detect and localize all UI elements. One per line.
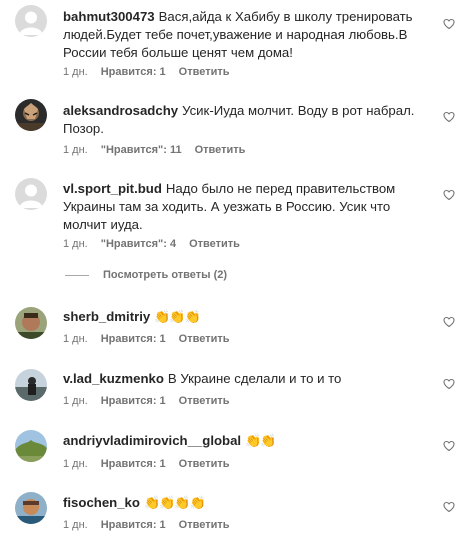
comment-time[interactable]: 1 дн. xyxy=(63,395,88,407)
comment-time[interactable]: 1 дн. xyxy=(63,333,88,345)
comment-body: 👏👏👏 xyxy=(154,309,201,324)
comment-meta: 1 дн. Нравится: 1 Ответить xyxy=(63,458,243,470)
comment-text-block: fisochen_ko 👏👏👏👏 xyxy=(63,494,423,512)
reply-button[interactable]: Ответить xyxy=(179,458,230,470)
avatar[interactable] xyxy=(15,430,47,462)
comment-body: 👏👏 xyxy=(245,433,276,448)
comment-username[interactable]: v.lad_kuzmenko xyxy=(63,371,164,386)
comment-time[interactable]: 1 дн. xyxy=(63,519,88,531)
reply-button[interactable]: Ответить xyxy=(189,238,240,250)
avatar[interactable] xyxy=(15,99,47,131)
comment-meta: 1 дн. Нравится: 1 Ответить xyxy=(63,519,243,531)
heart-outline-icon[interactable] xyxy=(443,501,455,513)
reply-button[interactable]: Ответить xyxy=(179,66,230,78)
comment-text-block: vl.sport_pit.bud Надо было не перед прави… xyxy=(63,180,423,234)
comment-likes[interactable]: Нравится: 1 xyxy=(101,519,166,531)
heart-outline-icon[interactable] xyxy=(443,111,455,123)
heart-outline-icon[interactable] xyxy=(443,18,455,30)
comment-text-block: v.lad_kuzmenko В Украине сделали и то и т… xyxy=(63,370,423,388)
avatar[interactable] xyxy=(15,178,47,210)
comment-body: В Украине сделали и то и то xyxy=(167,371,342,386)
comment-text-block: sherb_dmitriy 👏👏👏 xyxy=(63,308,423,326)
avatar[interactable] xyxy=(15,369,47,401)
view-replies-button[interactable]: Посмотреть ответы (2) xyxy=(65,269,227,281)
comment-meta: 1 дн. Нравится: 1 Ответить xyxy=(63,333,243,345)
comment-username[interactable]: vl.sport_pit.bud xyxy=(63,181,162,196)
comment-text-block: aleksandrosadchy Усик-Иуда молчит. Воду в… xyxy=(63,102,423,138)
comment-text-block: bahmut300473 Вася,айда к Хабибу в школу т… xyxy=(63,8,423,62)
comment-likes[interactable]: Нравится: 1 xyxy=(101,395,166,407)
avatar[interactable] xyxy=(15,307,47,339)
avatar[interactable] xyxy=(15,492,47,524)
replies-divider-line xyxy=(65,274,89,276)
comment-likes[interactable]: Нравится: 1 xyxy=(101,66,166,78)
comment-body: 👏👏👏👏 xyxy=(143,495,206,510)
reply-button[interactable]: Ответить xyxy=(195,144,246,156)
comment-username[interactable]: aleksandrosadchy xyxy=(63,103,178,118)
reply-button[interactable]: Ответить xyxy=(179,519,230,531)
comment-likes[interactable]: "Нравится": 11 xyxy=(101,144,182,156)
comment-meta: 1 дн. Нравится: 1 Ответить xyxy=(63,66,243,78)
reply-button[interactable]: Ответить xyxy=(179,333,230,345)
heart-outline-icon[interactable] xyxy=(443,189,455,201)
comment-username[interactable]: fisochen_ko xyxy=(63,495,140,510)
comment-likes[interactable]: Нравится: 1 xyxy=(101,458,166,470)
comment-time[interactable]: 1 дн. xyxy=(63,144,88,156)
comment-likes[interactable]: "Нравится": 4 xyxy=(101,238,176,250)
comment-time[interactable]: 1 дн. xyxy=(63,238,88,250)
reply-button[interactable]: Ответить xyxy=(179,395,230,407)
heart-outline-icon[interactable] xyxy=(443,440,455,452)
heart-outline-icon[interactable] xyxy=(443,378,455,390)
comment-username[interactable]: sherb_dmitriy xyxy=(63,309,150,324)
comment-username[interactable]: andriyvladimirovich__global xyxy=(63,433,241,448)
comment-meta: 1 дн. Нравится: 1 Ответить xyxy=(63,395,243,407)
comment-meta: 1 дн. "Нравится": 4 Ответить xyxy=(63,238,253,250)
comment-time[interactable]: 1 дн. xyxy=(63,66,88,78)
view-replies-label: Посмотреть ответы (2) xyxy=(103,269,228,281)
comment-username[interactable]: bahmut300473 xyxy=(63,9,155,24)
comment-time[interactable]: 1 дн. xyxy=(63,458,88,470)
heart-outline-icon[interactable] xyxy=(443,316,455,328)
comment-text-block: andriyvladimirovich__global 👏👏 xyxy=(63,432,423,450)
comment-likes[interactable]: Нравится: 1 xyxy=(101,333,166,345)
avatar[interactable] xyxy=(15,5,47,37)
comment-meta: 1 дн. "Нравится": 11 Ответить xyxy=(63,144,258,156)
